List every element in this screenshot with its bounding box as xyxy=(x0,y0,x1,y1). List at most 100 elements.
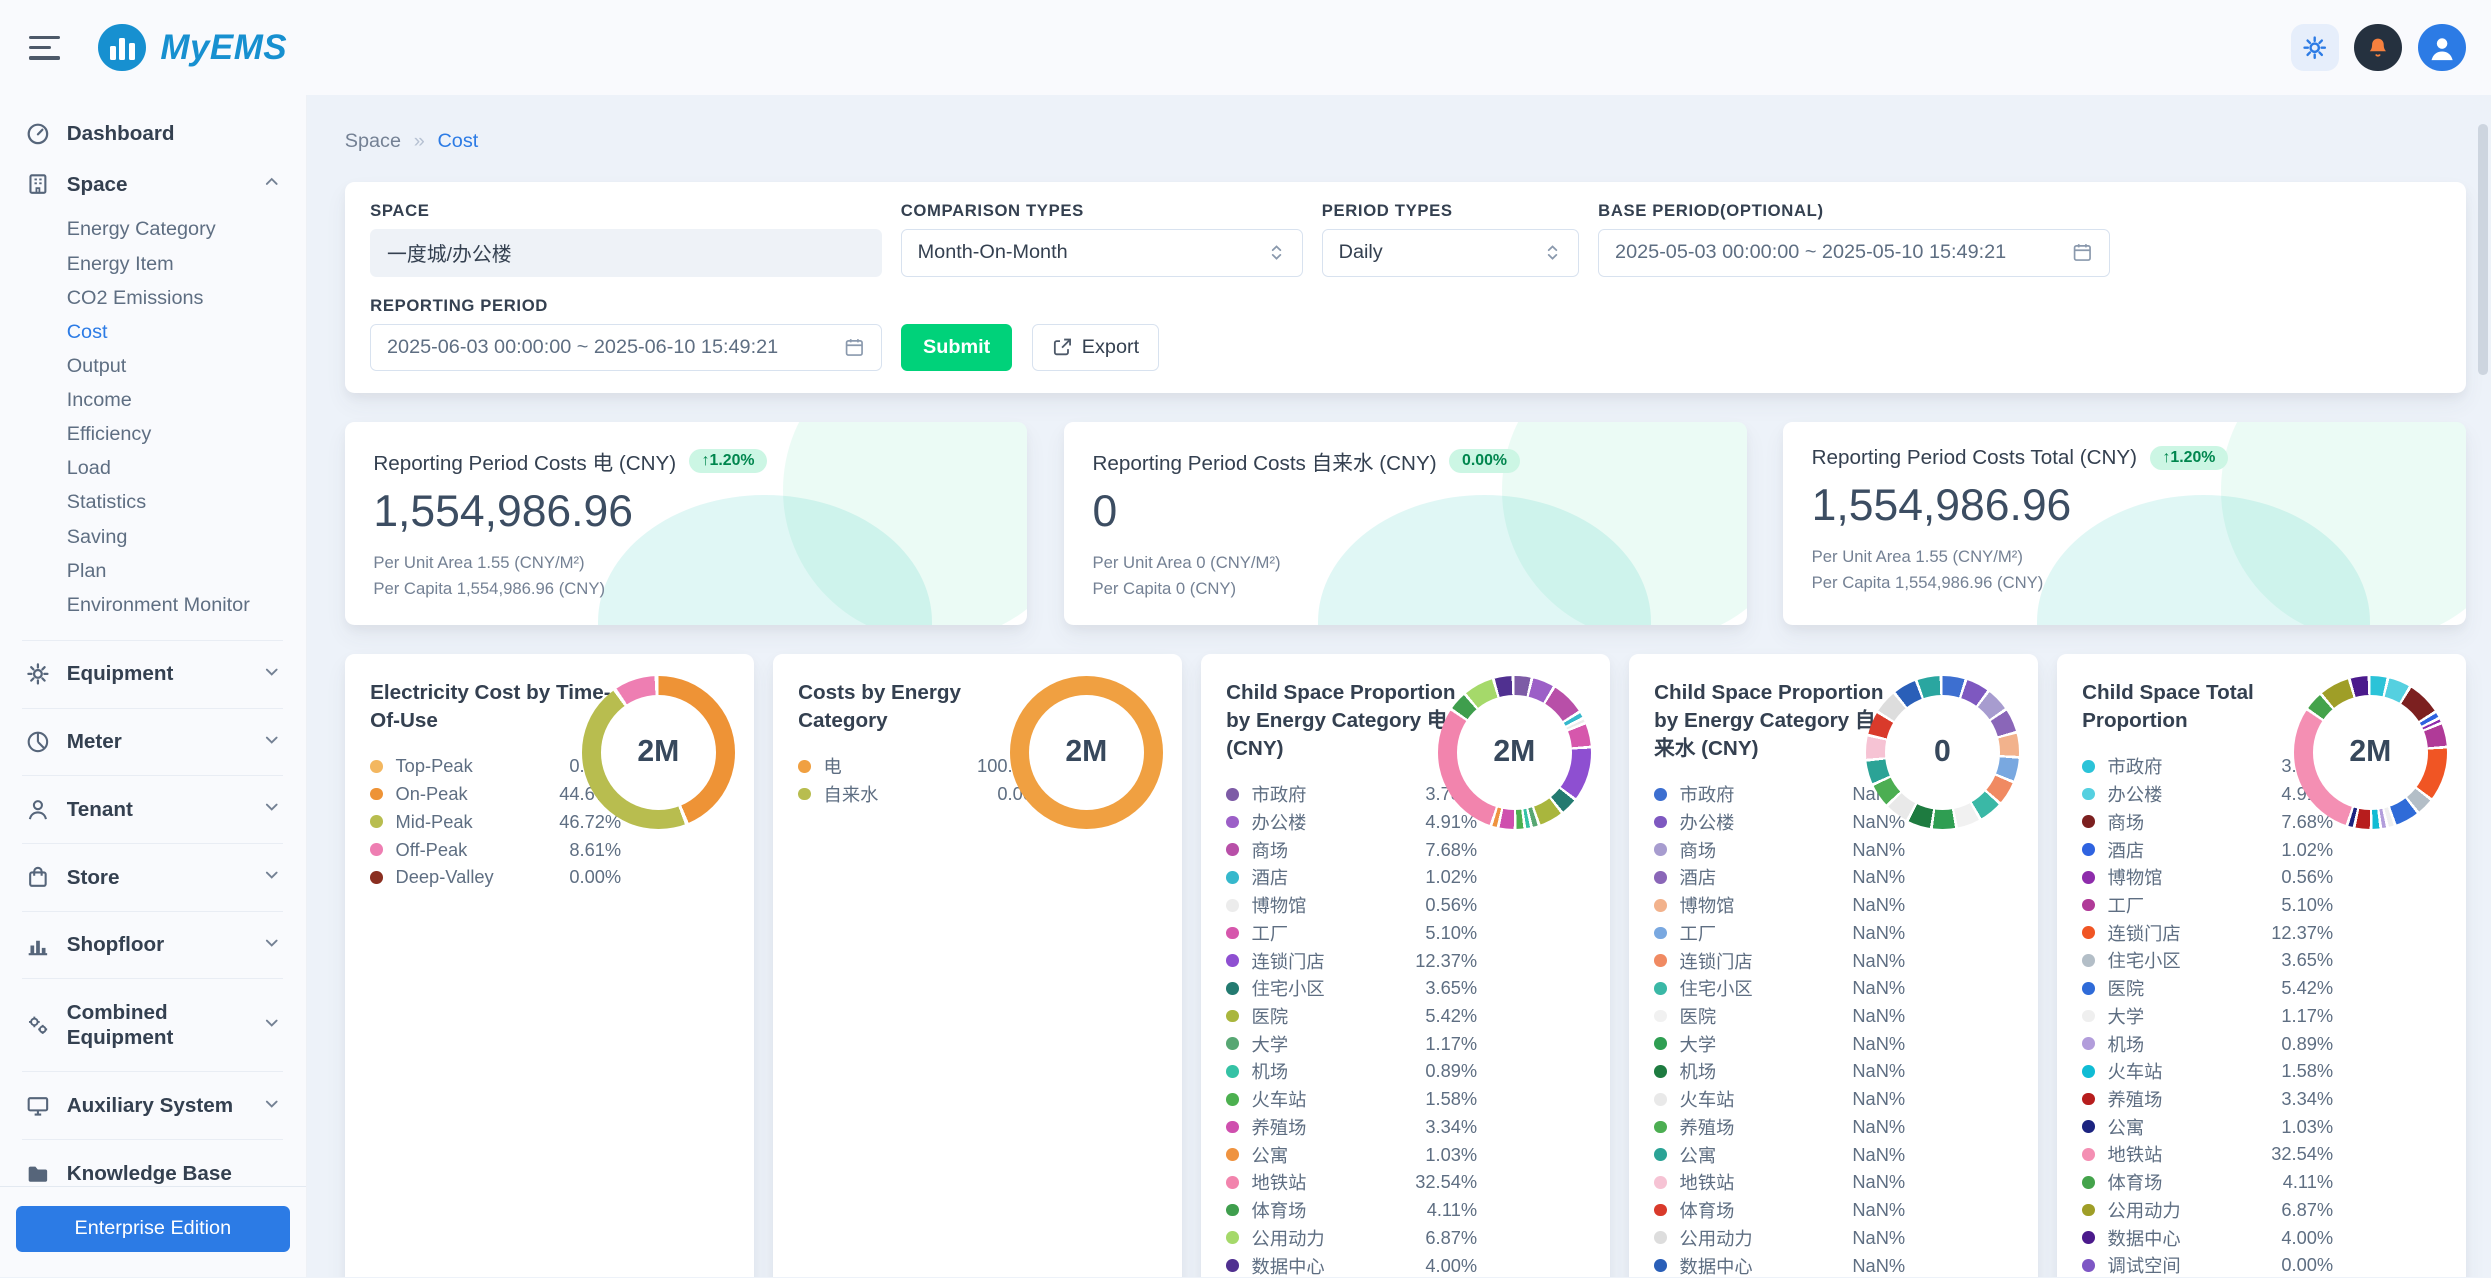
legend-item[interactable]: 地铁站32.54% xyxy=(2082,1141,2333,1169)
donut-chart[interactable]: 2M xyxy=(582,676,735,829)
sidebar-item-environment-monitor[interactable]: Environment Monitor xyxy=(0,588,306,622)
sidebar-item-store[interactable]: Store xyxy=(0,852,306,903)
sidebar-item-meter[interactable]: Meter xyxy=(0,716,306,767)
legend-item[interactable]: 博物馆0.56% xyxy=(1226,891,1477,919)
legend-item[interactable]: 连锁门店12.37% xyxy=(2082,919,2333,947)
export-button[interactable]: Export xyxy=(1032,324,1160,372)
sidebar-item-co2-emissions[interactable]: CO2 Emissions xyxy=(0,281,306,315)
legend-item[interactable]: 机场NaN% xyxy=(1654,1058,1905,1086)
enterprise-edition-button[interactable]: Enterprise Edition xyxy=(16,1206,290,1252)
legend-item[interactable]: 火车站NaN% xyxy=(1654,1085,1905,1113)
legend-item[interactable]: 数据中心NaN% xyxy=(1654,1252,1905,1278)
legend-item[interactable]: 工厂5.10% xyxy=(1226,919,1477,947)
legend-item[interactable]: 酒店1.02% xyxy=(1226,864,1477,892)
reporting-period-input[interactable]: 2025-06-03 00:00:00 ~ 2025-06-10 15:49:2… xyxy=(370,324,882,372)
legend-item[interactable]: 养殖场3.34% xyxy=(1226,1113,1477,1141)
hamburger-menu-icon[interactable] xyxy=(29,36,61,60)
legend-item[interactable]: 大学NaN% xyxy=(1654,1030,1905,1058)
sidebar-item-equipment[interactable]: Equipment xyxy=(0,649,306,700)
donut-chart[interactable]: 0 xyxy=(1866,676,2019,829)
donut-chart[interactable]: 2M xyxy=(2294,676,2447,829)
sidebar-item-combined-equipment[interactable]: Combined Equipment xyxy=(0,987,306,1063)
sidebar-item-dashboard[interactable]: Dashboard xyxy=(0,108,306,159)
chart-legend: 市政府3.78%办公楼4.91%商场7.68%酒店1.02%博物馆0.56%工厂… xyxy=(1226,780,1477,1277)
legend-item[interactable]: 数据中心4.00% xyxy=(2082,1224,2333,1252)
legend-item[interactable]: 医院5.42% xyxy=(2082,974,2333,1002)
sidebar-item-cost[interactable]: Cost xyxy=(0,315,306,349)
period-types-select[interactable]: Daily xyxy=(1322,229,1579,277)
legend-item[interactable]: 数据中心4.00% xyxy=(1226,1252,1477,1278)
legend-item[interactable]: 医院NaN% xyxy=(1654,1002,1905,1030)
legend-item[interactable]: 公用动力6.87% xyxy=(1226,1224,1477,1252)
legend-item[interactable]: 住宅小区3.65% xyxy=(2082,947,2333,975)
legend-item[interactable]: 医院5.42% xyxy=(1226,1002,1477,1030)
settings-button[interactable] xyxy=(2291,24,2339,72)
legend-item[interactable]: 公寓1.03% xyxy=(2082,1113,2333,1141)
legend-item[interactable]: 调试空间0.00% xyxy=(2082,1251,2333,1277)
legend-item[interactable]: 体育场NaN% xyxy=(1654,1196,1905,1224)
legend-item[interactable]: 大学1.17% xyxy=(2082,1002,2333,1030)
sidebar-item-energy-item[interactable]: Energy Item xyxy=(0,247,306,281)
legend-item[interactable]: 商场7.68% xyxy=(1226,836,1477,864)
breadcrumb-space-link[interactable]: Space xyxy=(345,130,401,153)
legend-item[interactable]: 大学1.17% xyxy=(1226,1030,1477,1058)
legend-item[interactable]: 住宅小区NaN% xyxy=(1654,974,1905,1002)
legend-value: 7.68% xyxy=(1425,839,1477,861)
app-logo[interactable]: MyEMS xyxy=(98,24,287,72)
sidebar-item-auxiliary-system[interactable]: Auxiliary System xyxy=(0,1080,306,1131)
user-avatar[interactable] xyxy=(2418,24,2466,72)
legend-label: 商场 xyxy=(2108,809,2145,835)
legend-item[interactable]: 公寓NaN% xyxy=(1654,1141,1905,1169)
donut-chart[interactable]: 2M xyxy=(1010,676,1163,829)
legend-item[interactable]: 机场0.89% xyxy=(2082,1030,2333,1058)
space-input[interactable] xyxy=(370,229,882,277)
submit-button[interactable]: Submit xyxy=(901,324,1013,372)
sidebar-item-output[interactable]: Output xyxy=(0,349,306,383)
legend-label: Off-Peak xyxy=(396,839,468,861)
sidebar-item-plan[interactable]: Plan xyxy=(0,554,306,588)
nav-divider xyxy=(22,775,283,776)
legend-item[interactable]: 体育场4.11% xyxy=(2082,1168,2333,1196)
legend-item[interactable]: 体育场4.11% xyxy=(1226,1196,1477,1224)
legend-item[interactable]: 工厂5.10% xyxy=(2082,891,2333,919)
legend-dot-icon xyxy=(1226,1231,1239,1244)
legend-item[interactable]: 连锁门店12.37% xyxy=(1226,947,1477,975)
legend-item[interactable]: 火车站1.58% xyxy=(2082,1057,2333,1085)
legend-item[interactable]: 公用动力6.87% xyxy=(2082,1196,2333,1224)
legend-item[interactable]: 公用动力NaN% xyxy=(1654,1224,1905,1252)
sidebar-item-tenant[interactable]: Tenant xyxy=(0,784,306,835)
sidebar-item-space[interactable]: Space xyxy=(0,159,306,210)
filter-panel: SPACE COMPARISON TYPES Month-On-Month PE… xyxy=(345,182,2466,394)
legend-item[interactable]: Off-Peak8.61% xyxy=(370,836,621,864)
comparison-types-select[interactable]: Month-On-Month xyxy=(901,229,1303,277)
notifications-button[interactable] xyxy=(2354,24,2402,72)
legend-item[interactable]: 住宅小区3.65% xyxy=(1226,974,1477,1002)
donut-chart[interactable]: 2M xyxy=(1438,676,1591,829)
legend-item[interactable]: 博物馆0.56% xyxy=(2082,863,2333,891)
sidebar-item-saving[interactable]: Saving xyxy=(0,520,306,554)
legend-item[interactable]: 工厂NaN% xyxy=(1654,919,1905,947)
legend-item[interactable]: 连锁门店NaN% xyxy=(1654,947,1905,975)
sidebar-item-energy-category[interactable]: Energy Category xyxy=(0,213,306,247)
legend-item[interactable]: 酒店NaN% xyxy=(1654,864,1905,892)
legend-item[interactable]: Deep-Valley0.00% xyxy=(370,863,621,891)
legend-item[interactable]: 地铁站32.54% xyxy=(1226,1168,1477,1196)
legend-item[interactable]: 商场NaN% xyxy=(1654,836,1905,864)
legend-item[interactable]: 养殖场3.34% xyxy=(2082,1085,2333,1113)
legend-item[interactable]: 博物馆NaN% xyxy=(1654,891,1905,919)
legend-item[interactable]: 养殖场NaN% xyxy=(1654,1113,1905,1141)
sidebar-item-income[interactable]: Income xyxy=(0,383,306,417)
sidebar-item-efficiency[interactable]: Efficiency xyxy=(0,418,306,452)
legend-dot-icon xyxy=(2082,899,2095,912)
legend-item[interactable]: 酒店1.02% xyxy=(2082,836,2333,864)
legend-item[interactable]: 公寓1.03% xyxy=(1226,1141,1477,1169)
legend-item[interactable]: 火车站1.58% xyxy=(1226,1085,1477,1113)
legend-item[interactable]: 机场0.89% xyxy=(1226,1058,1477,1086)
legend-dot-icon xyxy=(2082,1010,2095,1023)
legend-item[interactable]: 地铁站NaN% xyxy=(1654,1168,1905,1196)
sidebar-item-statistics[interactable]: Statistics xyxy=(0,486,306,520)
sidebar-item-load[interactable]: Load xyxy=(0,452,306,486)
sidebar-item-shopfloor[interactable]: Shopfloor xyxy=(0,920,306,971)
scrollbar-thumb[interactable] xyxy=(2478,124,2488,375)
base-period-input[interactable]: 2025-05-03 00:00:00 ~ 2025-05-10 15:49:2… xyxy=(1598,229,2110,277)
